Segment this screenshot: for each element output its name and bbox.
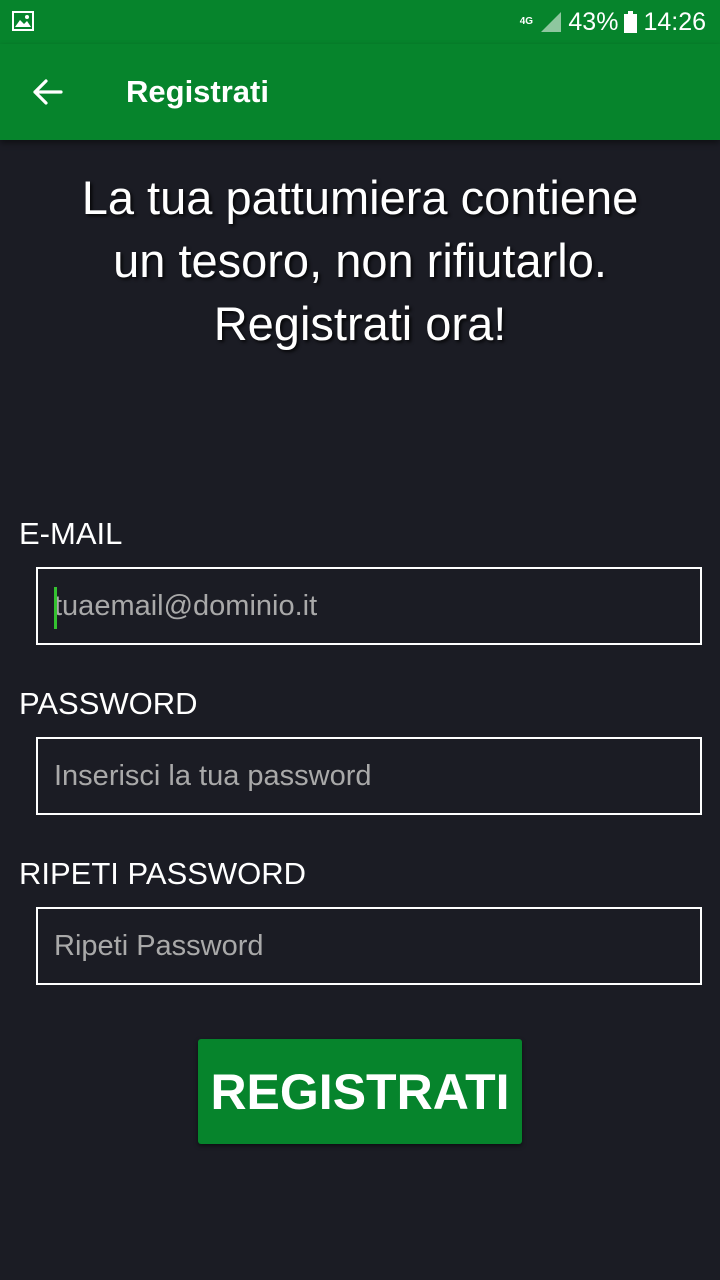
text-cursor (54, 587, 57, 629)
battery-percent: 43% (568, 7, 619, 36)
repeat-password-field[interactable] (38, 909, 700, 983)
register-screen: 4G 43% 14:26 Registrati La tua pattumier… (0, 0, 720, 1280)
password-field[interactable] (38, 739, 700, 813)
email-field-box (36, 567, 702, 645)
signal-icon (541, 12, 562, 32)
email-field[interactable] (38, 569, 700, 643)
password-field-box (36, 737, 702, 815)
page-title: Registrati (126, 74, 269, 109)
status-indicators: 4G 43% 14:26 (518, 0, 706, 44)
repeat-password-field-box (36, 907, 702, 985)
repeat-password-label: RIPETI PASSWORD (19, 856, 307, 891)
password-label: PASSWORD (19, 686, 198, 721)
headline-line: La tua pattumiera contiene (81, 171, 639, 224)
headline-line: Registrati ora! (213, 297, 507, 350)
headline: La tua pattumiera contiene un tesoro, no… (20, 166, 700, 355)
arrow-left-icon (33, 79, 63, 105)
battery-icon (624, 11, 638, 33)
gallery-icon (12, 11, 34, 31)
headline-line: un tesoro, non rifiutarlo. (113, 234, 607, 287)
email-label: E-MAIL (19, 516, 123, 551)
register-button[interactable]: REGISTRATI (198, 1039, 522, 1144)
back-button[interactable] (22, 68, 74, 116)
app-bar: Registrati (0, 44, 720, 140)
network-type-label: 4G (519, 16, 534, 27)
clock: 14:26 (643, 7, 706, 36)
status-bar: 4G 43% 14:26 (0, 0, 720, 44)
